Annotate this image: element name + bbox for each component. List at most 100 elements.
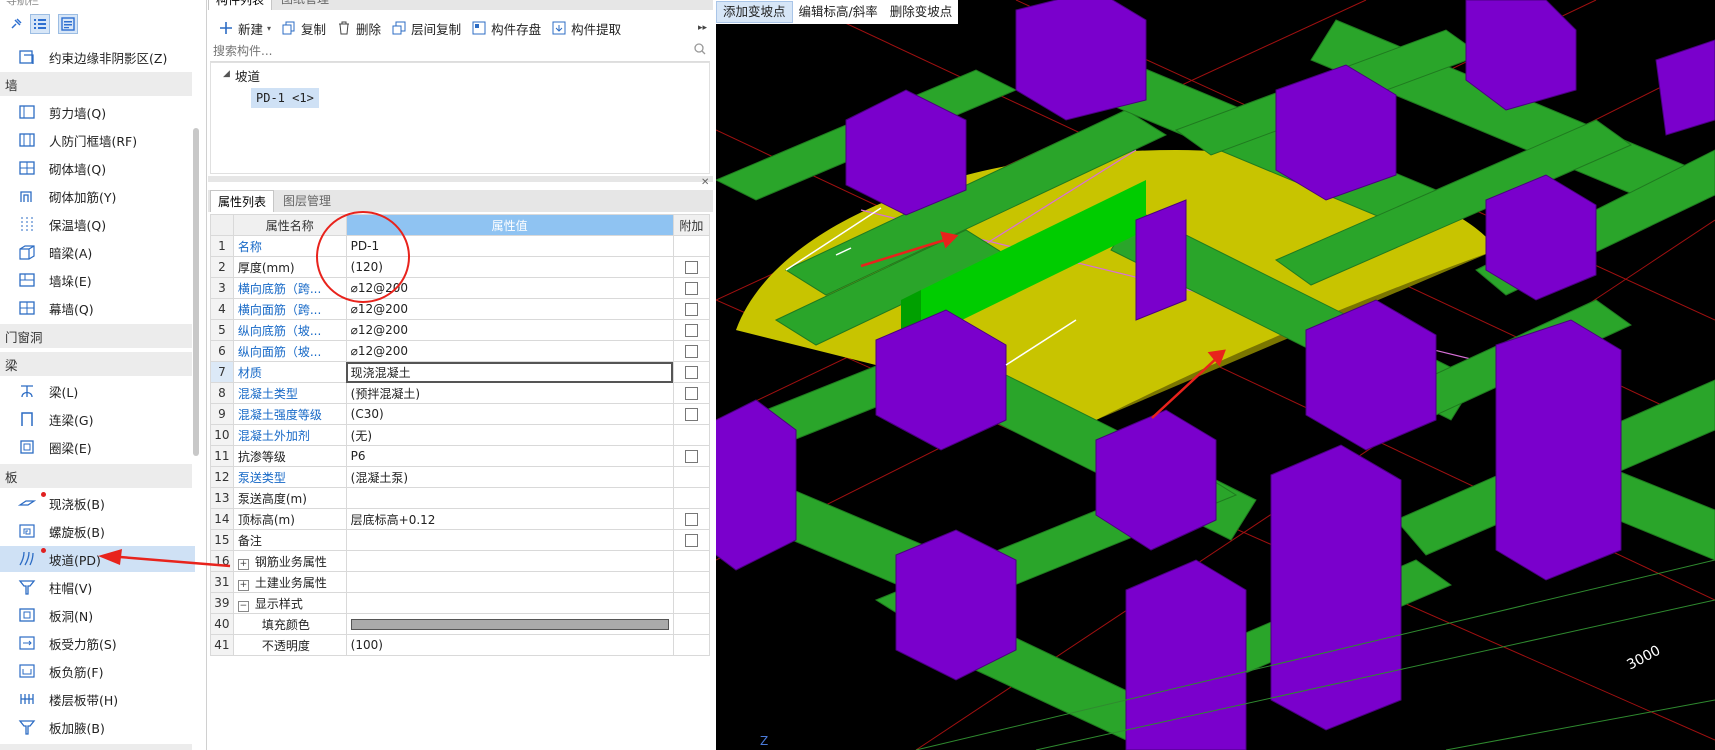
property-row-top-elevation[interactable]: 14 顶标高(m) 层底标高+0.12 — [210, 508, 711, 530]
property-row-fill-color[interactable]: 40 填充颜色 — [210, 613, 711, 635]
extra-checkbox[interactable] — [684, 450, 698, 463]
close-icon[interactable]: ✕ — [701, 177, 709, 188]
add-slope-point-button[interactable]: 添加变坡点 — [716, 1, 793, 23]
property-row-transverse-bottom[interactable]: 3 横向底筋（跨... ⌀12@200 — [210, 277, 711, 299]
pin-icon[interactable] — [6, 14, 26, 34]
property-row-admixture[interactable]: 10 混凝土外加剂 (无) — [210, 424, 711, 446]
tab-component-list[interactable]: 构件列表 — [208, 0, 273, 10]
extra-checkbox[interactable] — [684, 513, 698, 526]
component-tree: ◢ 坡道 PD-1 <1> — [210, 62, 710, 174]
property-row-impermeability[interactable]: 11 抗渗等级 P6 — [210, 445, 711, 467]
nav-item-civil-defense-wall[interactable]: 人防门框墙(RF) — [0, 127, 195, 153]
extra-checkbox[interactable] — [684, 534, 698, 547]
nav-item-constraint-edge[interactable]: 约束边缘非阴影区(Z) — [0, 44, 195, 70]
property-row-longitudinal-top[interactable]: 6 纵向面筋（坡... ⌀12@200 — [210, 340, 711, 362]
nav-item-slab-haunch[interactable]: 板加腋(B) — [0, 714, 195, 740]
property-row-pump-type[interactable]: 12 泵送类型 (混凝土泵) — [210, 466, 711, 488]
nav-category-slab[interactable]: 板 — [0, 464, 192, 488]
nav-item-coupling-beam[interactable]: 连梁(G) — [0, 406, 195, 432]
nav-item-wall-pier[interactable]: 墙垛(E) — [0, 267, 195, 293]
new-dropdown-icon[interactable]: ▾ — [267, 24, 271, 33]
property-row-opacity[interactable]: 41 不透明度 (100) — [210, 634, 711, 656]
property-row-pump-height[interactable]: 13 泵送高度(m) — [210, 487, 711, 509]
extra-checkbox[interactable] — [684, 324, 698, 337]
extra-checkbox[interactable] — [684, 408, 698, 421]
nav-item-spiral-slab[interactable]: 螺旋板(B) — [0, 518, 195, 544]
property-row-longitudinal-bottom[interactable]: 5 纵向底筋（坡... ⌀12@200 — [210, 319, 711, 341]
new-button[interactable]: 新建 ▾ — [218, 19, 271, 38]
collapse-icon[interactable]: − — [237, 600, 249, 612]
fill-color-swatch[interactable] — [350, 618, 669, 630]
search-input[interactable] — [210, 41, 685, 61]
nav-item-column-cap[interactable]: 柱帽(V) — [0, 574, 195, 600]
property-row-name[interactable]: 1 名称 PD-1 — [210, 235, 711, 257]
nav-item-slab-rebar[interactable]: 板受力筋(S) — [0, 630, 195, 656]
tab-property-list[interactable]: 属性列表 — [210, 190, 275, 212]
trash-icon — [336, 20, 352, 36]
extra-checkbox[interactable] — [684, 261, 698, 274]
more-icon[interactable]: ▸▸ — [698, 23, 707, 33]
edit-elevation-slope-button[interactable]: 编辑标高/斜率 — [793, 2, 884, 22]
nav-category-door-window[interactable]: 门窗洞 — [0, 324, 192, 348]
list-view-icon[interactable] — [30, 14, 50, 34]
component-tabs: 构件列表 图纸管理 — [208, 0, 713, 10]
floor-copy-button[interactable]: 层间复制 — [391, 19, 461, 38]
property-tabs: 属性列表 图层管理 — [208, 190, 713, 212]
extra-checkbox[interactable] — [684, 303, 698, 316]
3d-viewport[interactable]: 3000 Z 添加变坡点 编辑标高/斜率 删除变坡点 — [716, 0, 1715, 750]
property-row-concrete-type[interactable]: 8 混凝土类型 (预拌混凝土) — [210, 382, 711, 404]
nav-category-beam[interactable]: 梁 — [0, 352, 192, 376]
extra-checkbox[interactable] — [684, 282, 698, 295]
nav-scrollbar[interactable] — [193, 128, 199, 456]
extra-checkbox[interactable] — [684, 387, 698, 400]
nav-item-cast-slab[interactable]: 现浇板(B) — [0, 490, 195, 516]
constraint-edge-icon — [16, 48, 38, 66]
nav-item-floor-slab-strip[interactable]: 楼层板带(H) — [0, 686, 195, 712]
viewport-toolbar: 添加变坡点 编辑标高/斜率 删除变坡点 — [716, 0, 959, 24]
nav-item-masonry-wall[interactable]: 砌体墙(Q) — [0, 155, 195, 181]
slab-rebar-icon — [16, 634, 38, 652]
header-value: 属性值 — [345, 214, 674, 236]
slab-haunch-icon — [16, 718, 38, 736]
header-name: 属性名称 — [232, 214, 347, 236]
nav-item-beam[interactable]: 梁(L) — [0, 378, 195, 404]
extra-checkbox[interactable] — [684, 345, 698, 358]
delete-slope-point-button[interactable]: 删除变坡点 — [884, 2, 959, 22]
tree-root-ramp[interactable]: 坡道 — [235, 66, 260, 85]
nav-item-masonry-rebar[interactable]: 砌体加筋(Y) — [0, 183, 195, 209]
nav-item-shear-wall[interactable]: 剪力墙(Q) — [0, 99, 195, 125]
tree-collapse-icon[interactable]: ◢ — [223, 69, 230, 79]
extract-component-button[interactable]: 构件提取 — [551, 19, 621, 38]
property-row-display-group[interactable]: 39− 显示样式 — [210, 592, 711, 614]
expand-icon[interactable]: + — [237, 579, 249, 591]
save-component-button[interactable]: 构件存盘 — [471, 19, 541, 38]
nav-item-hidden-beam[interactable]: 暗梁(A) — [0, 239, 195, 265]
nav-item-slab-negative-rebar[interactable]: 板负筋(F) — [0, 658, 195, 684]
tree-item-pd1[interactable]: PD-1 <1> — [251, 88, 319, 108]
masonry-wall-icon — [16, 159, 38, 177]
nav-item-insulation-wall[interactable]: 保温墙(Q) — [0, 211, 195, 237]
property-row-material[interactable]: 7 材质 现浇混凝土 — [210, 361, 711, 383]
nav-item-ring-beam[interactable]: 圈梁(E) — [0, 434, 195, 460]
nav-item-slab-opening[interactable]: 板洞(N) — [0, 602, 195, 628]
nav-title: 导航栏 — [6, 0, 39, 7]
property-row-concrete-grade[interactable]: 9 混凝土强度等级 (C30) — [210, 403, 711, 425]
nav-item-ramp[interactable]: 坡道(PD) — [0, 546, 195, 572]
nav-item-curtain-wall[interactable]: 幕墙(Q) — [0, 295, 195, 321]
property-row-thickness[interactable]: 2 厚度(mm) (120) — [210, 256, 711, 278]
tab-drawing-manage[interactable]: 图纸管理 — [274, 0, 336, 10]
extra-checkbox[interactable] — [684, 366, 698, 379]
property-row-civil-group[interactable]: 31 + 土建业务属性 — [210, 571, 711, 593]
delete-button[interactable]: 删除 — [336, 19, 381, 38]
property-row-transverse-top[interactable]: 4 横向面筋（跨... ⌀12@200 — [210, 298, 711, 320]
property-row-remark[interactable]: 15 备注 — [210, 529, 711, 551]
nav-category-wall[interactable]: 墙 — [0, 72, 192, 96]
copy-button[interactable]: 复制 — [281, 19, 326, 38]
detail-view-icon[interactable] — [58, 14, 78, 34]
expand-icon[interactable]: + — [237, 558, 249, 570]
floor-slab-strip-icon — [16, 690, 38, 708]
tab-layer-manage[interactable]: 图层管理 — [276, 190, 338, 212]
property-row-rebar-group[interactable]: 16 + 钢筋业务属性 — [210, 550, 711, 572]
panel-splitter[interactable] — [208, 176, 713, 182]
search-icon[interactable] — [694, 43, 706, 58]
